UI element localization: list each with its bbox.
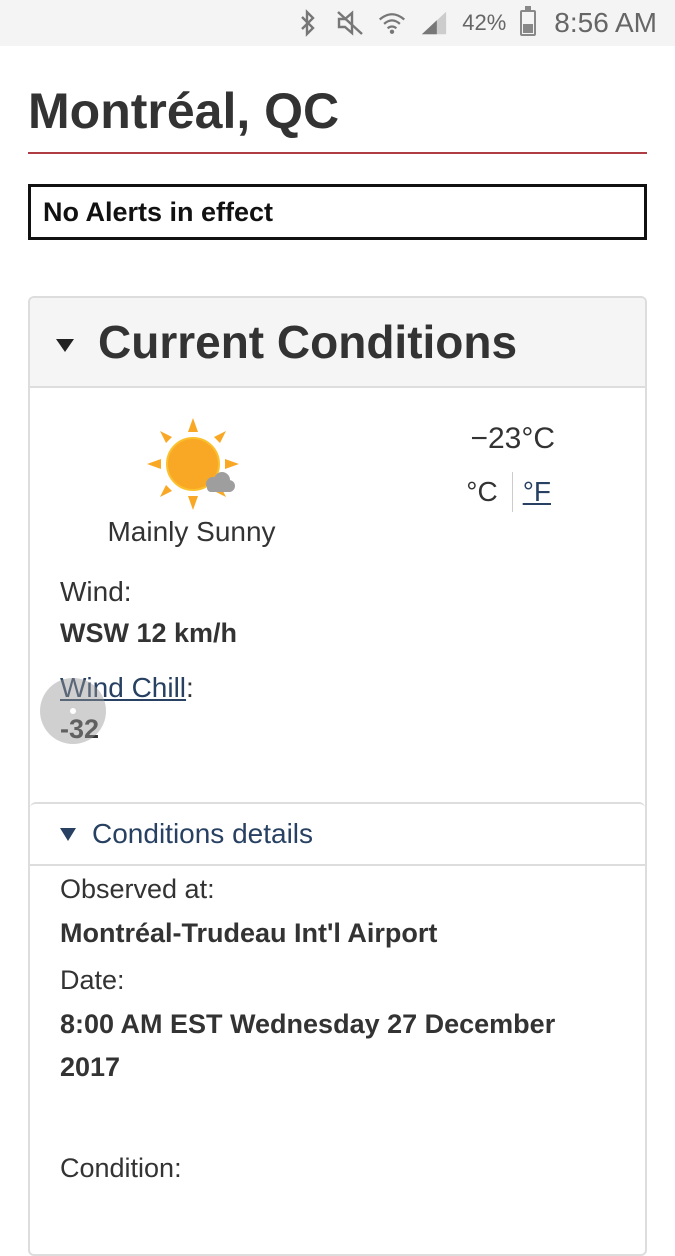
status-bar: 42% 8:56 AM	[0, 0, 675, 46]
conditions-summary: Mainly Sunny −23°C °C °F Wind: WSW 12 km…	[30, 388, 645, 802]
condition-label: Condition:	[60, 1153, 182, 1183]
bluetooth-icon	[294, 9, 322, 37]
conditions-details: Observed at: Montréal-Trudeau Int'l Airp…	[30, 872, 645, 1185]
fahrenheit-link[interactable]: °F	[513, 472, 551, 512]
temperature: −23°C	[470, 422, 555, 455]
details-title: Conditions details	[92, 818, 314, 849]
battery-icon	[520, 6, 537, 36]
date-label: Date:	[60, 965, 125, 995]
page-title: Montréal, QC	[28, 46, 647, 154]
wind-chill-colon: :	[186, 672, 194, 703]
collapse-triangle-icon	[56, 338, 74, 352]
conditions-details-toggle[interactable]: Conditions details	[30, 802, 645, 866]
current-conditions-toggle[interactable]: Current Conditions	[30, 298, 645, 388]
alert-banner: No Alerts in effect	[28, 184, 647, 240]
unit-toggle: °C °F	[466, 472, 551, 512]
wind-label: Wind:	[60, 576, 132, 607]
celsius-option[interactable]: °C	[466, 472, 513, 512]
date-value: 8:00 AM EST Wednesday 27 December 2017	[60, 1009, 556, 1082]
expand-triangle-icon	[60, 827, 76, 841]
mainly-sunny-icon	[147, 418, 239, 510]
observed-label: Observed at:	[60, 874, 215, 904]
page-content: Montréal, QC No Alerts in effect Current…	[28, 46, 647, 1256]
wifi-icon	[378, 9, 406, 37]
condition-text: Mainly Sunny	[107, 516, 276, 547]
clock: 8:56 AM	[554, 7, 657, 38]
signal-icon	[420, 9, 448, 37]
observed-value: Montréal-Trudeau Int'l Airport	[60, 918, 438, 948]
alert-text: No Alerts in effect	[43, 196, 274, 227]
mute-icon	[336, 9, 364, 37]
wind-value: WSW 12 km/h	[60, 618, 238, 648]
panel-title: Current Conditions	[98, 316, 518, 368]
current-conditions-panel: Current Conditions Mainly Sunny −23°C °C…	[28, 296, 647, 1256]
battery-percent: 42%	[462, 10, 507, 35]
floating-handle[interactable]	[40, 678, 106, 744]
